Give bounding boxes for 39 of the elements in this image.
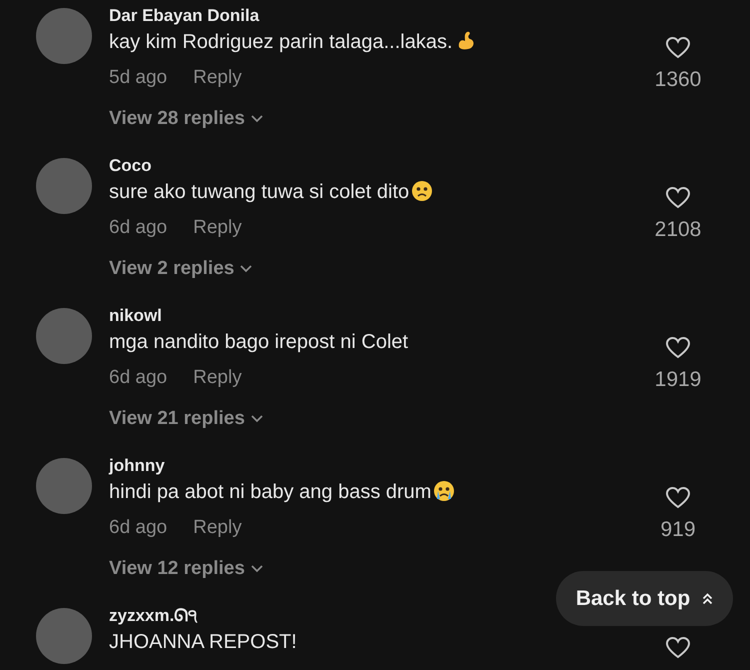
like-count: 2108 bbox=[654, 217, 702, 243]
username[interactable]: johnny bbox=[109, 454, 165, 478]
reply-link[interactable]: Reply bbox=[193, 214, 242, 242]
comment-text: mga nandito bago irepost ni Colet bbox=[109, 330, 410, 355]
sad-face-icon bbox=[411, 180, 434, 202]
username[interactable]: zyzxxm.ᘏ੧ bbox=[109, 604, 198, 628]
comment-text: hindi pa abot ni baby ang bass drum bbox=[109, 478, 648, 506]
like-count: 1360 bbox=[654, 67, 702, 93]
reply-link[interactable]: Reply bbox=[193, 364, 242, 392]
like-count: 1919 bbox=[654, 367, 702, 393]
heart-icon[interactable] bbox=[665, 186, 691, 210]
heart-icon[interactable] bbox=[665, 486, 691, 510]
chevron-down-icon bbox=[250, 564, 263, 573]
chevron-down-icon bbox=[250, 414, 263, 423]
username[interactable]: nikowl bbox=[109, 304, 162, 328]
crying-face-icon bbox=[433, 480, 456, 502]
username[interactable]: Coco bbox=[109, 154, 152, 178]
comment-text: kay kim Rodriguez parin talaga...lakas. bbox=[109, 28, 648, 56]
username[interactable]: Dar Ebayan Donila bbox=[109, 4, 260, 28]
comment-time: 6d ago bbox=[109, 516, 168, 540]
comment-text: JHOANNA REPOST! bbox=[109, 630, 298, 655]
heart-icon[interactable] bbox=[665, 336, 691, 360]
comment-text: sure ako tuwang tuwa si colet dito bbox=[109, 178, 648, 206]
reply-link[interactable]: Reply bbox=[193, 514, 242, 542]
comment-time: 5d ago bbox=[109, 66, 168, 90]
view-replies-button[interactable]: View 2 replies bbox=[109, 254, 252, 283]
chevron-down-icon bbox=[240, 264, 252, 273]
like-count: 919 bbox=[660, 517, 696, 543]
view-replies-button[interactable]: View 12 replies bbox=[109, 554, 263, 583]
view-replies-button[interactable]: View 21 replies bbox=[109, 404, 263, 433]
comment-time: 6d ago bbox=[109, 216, 168, 240]
back-to-top-button[interactable]: Back to top bbox=[556, 571, 733, 626]
double-chevron-up-icon bbox=[702, 592, 714, 604]
view-replies-button[interactable]: View 28 replies bbox=[109, 104, 263, 133]
comment-time: 6d ago bbox=[109, 366, 168, 390]
heart-icon[interactable] bbox=[665, 36, 691, 60]
heart-icon[interactable] bbox=[665, 636, 691, 660]
chevron-down-icon bbox=[250, 114, 263, 123]
reply-link[interactable]: Reply bbox=[193, 64, 242, 92]
